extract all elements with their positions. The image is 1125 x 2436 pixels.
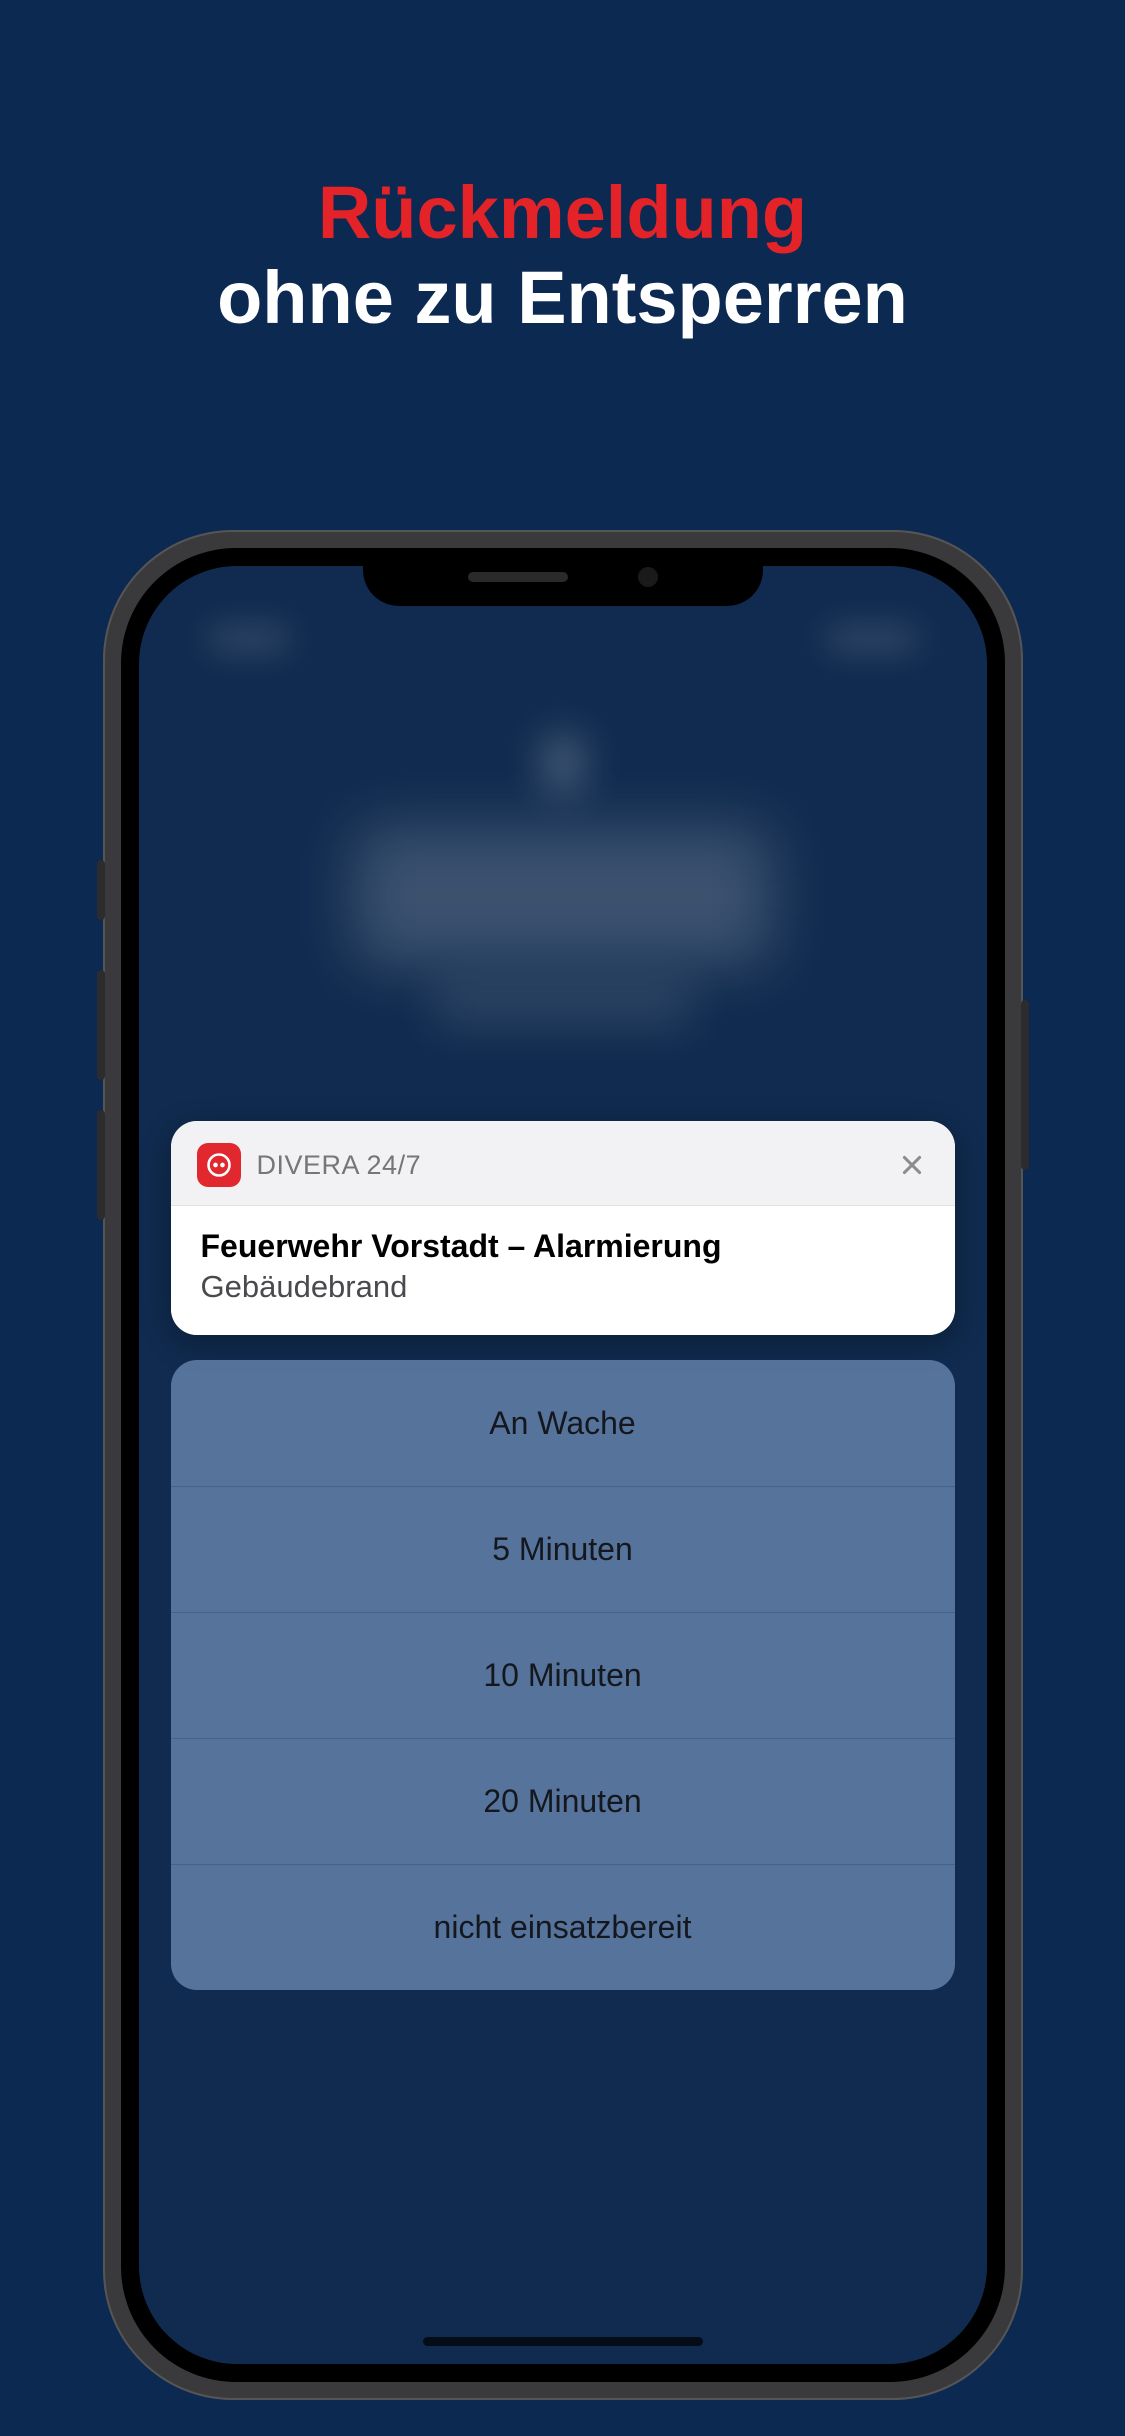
phone-device-frame: DIVERA 24/7 Feuerwehr Vorstadt – Alarmie…: [103, 530, 1023, 2400]
response-option-5-minuten[interactable]: 5 Minuten: [171, 1486, 955, 1612]
home-indicator[interactable]: [423, 2337, 703, 2346]
response-option-nicht-einsatzbereit[interactable]: nicht einsatzbereit: [171, 1864, 955, 1990]
phone-screen: DIVERA 24/7 Feuerwehr Vorstadt – Alarmie…: [139, 566, 987, 2364]
phone-notch: [363, 548, 763, 606]
notification-header: DIVERA 24/7: [171, 1121, 955, 1205]
mute-switch: [97, 860, 105, 920]
blurred-clock: [353, 826, 773, 966]
marketing-headline: Rückmeldung ohne zu Entsperren: [0, 0, 1125, 340]
volume-down-button: [97, 1110, 105, 1220]
response-option-10-minuten[interactable]: 10 Minuten: [171, 1612, 955, 1738]
blurred-date: [433, 986, 693, 1026]
volume-up-button: [97, 970, 105, 1080]
response-option-20-minuten[interactable]: 20 Minuten: [171, 1738, 955, 1864]
notification-subtitle: Gebäudebrand: [201, 1269, 925, 1305]
headline-line-2: ohne zu Entsperren: [0, 255, 1125, 340]
blurred-lock-icon: [543, 736, 583, 791]
front-camera: [638, 567, 658, 587]
headline-line-1: Rückmeldung: [0, 170, 1125, 255]
app-icon: [197, 1143, 241, 1187]
blurred-status-right: [827, 626, 917, 652]
blurred-status-left: [209, 626, 289, 652]
notification-card[interactable]: DIVERA 24/7 Feuerwehr Vorstadt – Alarmie…: [171, 1121, 955, 1335]
power-button: [1021, 1000, 1029, 1170]
response-action-list: An Wache 5 Minuten 10 Minuten 20 Minuten…: [171, 1360, 955, 1990]
close-button[interactable]: [895, 1148, 929, 1182]
phone-bezel: DIVERA 24/7 Feuerwehr Vorstadt – Alarmie…: [121, 548, 1005, 2382]
notification-title: Feuerwehr Vorstadt – Alarmierung: [201, 1228, 925, 1265]
notification-body: Feuerwehr Vorstadt – Alarmierung Gebäude…: [171, 1205, 955, 1335]
notification-app-name: DIVERA 24/7: [257, 1150, 895, 1181]
response-option-an-wache[interactable]: An Wache: [171, 1360, 955, 1486]
close-icon: [899, 1152, 925, 1178]
speaker-grille: [468, 572, 568, 582]
